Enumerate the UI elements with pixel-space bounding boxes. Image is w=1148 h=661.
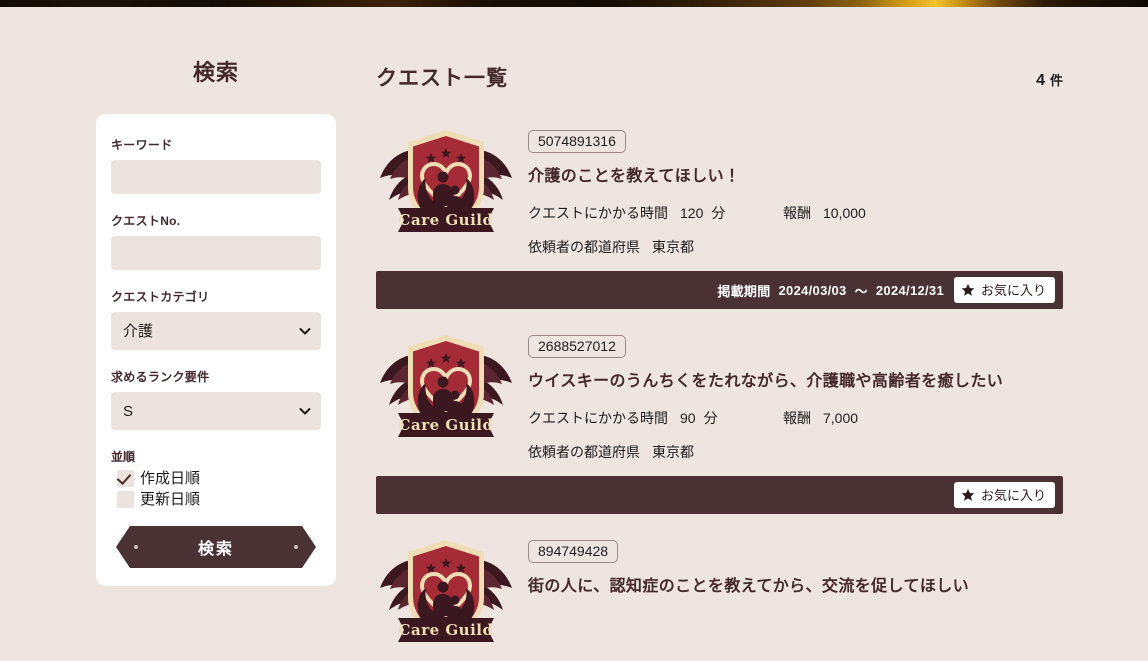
rank-label: 求めるランク要件 [111,370,210,384]
rank-select-wrap: S [111,392,321,430]
quest-duration: クエストにかかる時間 120 分 [528,203,783,223]
quest-meta-row: クエストにかかる時間 90 分 報酬 7,000 [528,408,1063,428]
search-submit-button[interactable]: 検索 [116,526,316,568]
quest-duration: クエストにかかる時間 90 分 [528,408,783,428]
quest-prefecture: 依頼者の都道府県 東京都 [528,442,694,462]
order-label: 並順 [111,450,136,464]
quest-card[interactable]: Care Guild 5074891316 介護のことを教えてほしい！ クエスト… [376,126,1063,310]
quest-period-start: 2024/03/03 [778,282,847,298]
quest-card-body: Care Guild 2688527012 ウイスキーのうんちくをたれながら、介… [376,331,1063,462]
order-option-created[interactable]: 作成日順 [111,470,321,487]
favorite-label: お気に入り [980,282,1046,298]
quest-prefecture-label: 依頼者の都道府県 [528,444,640,461]
search-button-wrap: 検索 [111,526,321,568]
quest-reward-label: 報酬 [783,410,811,427]
search-submit-label: 検索 [197,541,234,558]
category-label: クエストカテゴリ [111,290,210,304]
quest-duration-unit: 分 [711,205,726,222]
quest-reward-value: 7,000 [823,410,859,427]
rank-select[interactable]: S [111,392,321,430]
button-dot-right-icon [294,545,298,549]
quest-info: 894749428 街の人に、認知症のことを教えてから、交流を促してほしい [528,536,1063,596]
search-panel: キーワード クエストNo. クエストカテゴリ 介護 求めるランク要件 S 並順 … [96,114,336,586]
hero-image-strip [0,0,1148,7]
quest-card-footer: お気に入り [376,476,1063,515]
care-guild-crest-icon: Care Guild [376,327,516,445]
search-heading: 検索 [192,60,239,85]
quest-title[interactable]: 介護のことを教えてほしい！ [528,167,1063,186]
quest-info: 5074891316 介護のことを教えてほしい！ クエストにかかる時間 120 … [528,126,1063,257]
quest-reward-value: 10,000 [823,205,866,222]
keyword-input[interactable] [111,160,321,194]
keyword-label: キーワード [111,138,173,152]
quest-prefecture: 依頼者の都道府県 東京都 [528,237,694,257]
favorite-button[interactable]: お気に入り [953,482,1055,509]
quest-id-badge: 2688527012 [528,335,626,359]
quest-no-input[interactable] [111,236,321,270]
quest-reward: 報酬 10,000 [783,203,866,223]
crest-wordmark: Care Guild [399,416,494,434]
quest-reward-label: 報酬 [783,205,811,222]
quest-period-label: 掲載期間 [717,283,771,299]
favorite-label: お気に入り [980,487,1046,503]
result-count: 4件 [1036,70,1063,90]
favorite-button[interactable]: お気に入り [953,277,1055,304]
quest-card-body: Care Guild 5074891316 介護のことを教えてほしい！ クエスト… [376,126,1063,257]
quest-card-body: Care Guild 894749428 街の人に、認知症のことを教えてから、交… [376,536,1063,650]
checkbox-updated[interactable] [117,491,134,508]
quest-card[interactable]: Care Guild 894749428 街の人に、認知症のことを教えてから、交… [376,536,1063,650]
quest-period: 掲載期間 2024/03/03 〜 2024/12/31 [717,281,944,300]
care-guild-crest-icon: Care Guild [376,532,516,650]
order-option-updated-label: 更新日順 [140,491,201,508]
star-icon [961,488,975,502]
quest-duration-label: クエストにかかる時間 [528,410,668,427]
quest-card-footer: 掲載期間 2024/03/03 〜 2024/12/31 お気に入り [376,271,1063,310]
care-guild-crest-icon: Care Guild [376,122,516,240]
quest-list-section: クエスト一覧 4件 Care Guild 5074891316 介護のことを教え… [376,7,1148,661]
quest-prefecture-value: 東京都 [652,239,694,256]
category-select[interactable]: 介護 [111,312,321,350]
quest-prefecture-label: 依頼者の都道府県 [528,239,640,256]
crest-wordmark: Care Guild [399,621,494,639]
page-title: クエスト一覧 [376,67,508,90]
quest-reward: 報酬 7,000 [783,408,858,428]
quest-duration-unit: 分 [703,410,718,427]
quest-meta-row: 依頼者の都道府県 東京都 [528,237,1063,257]
crest-wordmark: Care Guild [399,211,494,229]
checkbox-created[interactable] [117,470,134,487]
quest-duration-value: 120 [680,205,704,222]
search-sidebar: 検索 キーワード クエストNo. クエストカテゴリ 介護 求めるランク要件 S [0,7,376,586]
button-dot-left-icon [134,545,138,549]
result-count-number: 4 [1036,72,1045,89]
quest-prefecture-value: 東京都 [652,444,694,461]
page-root: 検索 キーワード クエストNo. クエストカテゴリ 介護 求めるランク要件 S [0,7,1148,661]
quest-list: Care Guild 5074891316 介護のことを教えてほしい！ クエスト… [376,126,1063,650]
star-icon [961,283,975,297]
quest-card[interactable]: Care Guild 2688527012 ウイスキーのうんちくをたれながら、介… [376,331,1063,515]
quest-list-header: クエスト一覧 4件 [376,62,1063,94]
quest-duration-value: 90 [680,410,696,427]
quest-title[interactable]: 街の人に、認知症のことを教えてから、交流を促してほしい [528,577,1063,596]
quest-period-end: 2024/12/31 [875,282,944,298]
order-option-updated[interactable]: 更新日順 [111,491,321,508]
quest-no-label: クエストNo. [111,214,181,228]
quest-meta-row: 依頼者の都道府県 東京都 [528,442,1063,462]
quest-title[interactable]: ウイスキーのうんちくをたれながら、介護職や高齢者を癒したい [528,372,1063,391]
quest-duration-label: クエストにかかる時間 [528,205,668,222]
order-option-created-label: 作成日順 [140,470,201,487]
quest-info: 2688527012 ウイスキーのうんちくをたれながら、介護職や高齢者を癒したい… [528,331,1063,462]
quest-id-badge: 5074891316 [528,130,626,153]
quest-id-badge: 894749428 [528,540,619,564]
result-count-unit: 件 [1049,73,1063,88]
category-select-wrap: 介護 [111,312,321,350]
quest-period-separator: 〜 [854,283,868,299]
quest-meta-row: クエストにかかる時間 120 分 報酬 10,000 [528,203,1063,223]
